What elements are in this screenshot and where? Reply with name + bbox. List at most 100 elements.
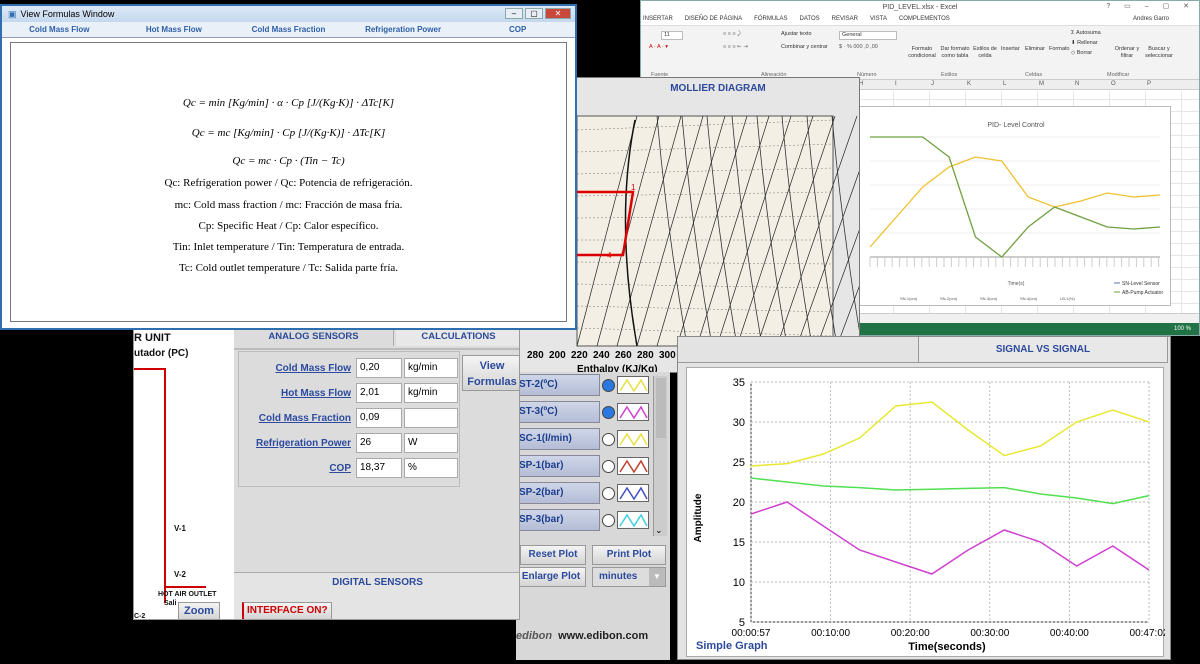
interface-on-button[interactable]: INTERFACE ON? <box>242 602 332 619</box>
col-header[interactable]: J <box>931 81 934 87</box>
font-size-box[interactable]: 11 <box>661 31 683 40</box>
print-plot-button[interactable]: Print Plot <box>592 545 666 565</box>
clear-button[interactable]: ◇ Borrar <box>1071 50 1092 57</box>
field-label[interactable]: Refrigeration Power <box>242 438 354 449</box>
channel-color-swatch[interactable] <box>617 376 649 394</box>
field-value[interactable]: 0,20 <box>356 358 402 378</box>
minimize-icon[interactable]: – <box>505 8 523 19</box>
menu-vista[interactable]: VISTA <box>870 16 887 22</box>
channel-button[interactable]: SC-1(l/min) <box>516 428 600 450</box>
menu-formulas[interactable]: FÓRMULAS <box>754 16 787 22</box>
col-header[interactable]: N <box>1075 81 1079 87</box>
table-format-button[interactable]: Dar formato como tabla <box>939 46 971 60</box>
field-unit <box>404 408 458 428</box>
tab-refrigeration-power[interactable]: Refrigeration Power <box>346 22 461 37</box>
user-name[interactable]: Andres Garro <box>1133 16 1169 22</box>
conditional-format-button[interactable]: Formato condicional <box>907 46 937 60</box>
channel-button[interactable]: SP-3(bar) <box>516 509 600 531</box>
field-label[interactable]: COP <box>242 463 354 474</box>
simple-graph-label[interactable]: Simple Graph <box>696 640 768 652</box>
channel-radio[interactable] <box>602 513 615 527</box>
group-estilos: Estilos <box>941 72 958 78</box>
tab-signal-vs-signal[interactable]: SIGNAL VS SIGNAL <box>918 337 1168 363</box>
cell-styles-button[interactable]: Estilos de celda <box>971 46 999 60</box>
valve-v1[interactable]: V-1 <box>174 524 186 533</box>
field-label[interactable]: Cold Mass Fraction <box>242 413 354 424</box>
signal-series-line <box>750 501 1150 575</box>
channel-color-swatch[interactable] <box>617 457 649 475</box>
channel-color-swatch[interactable] <box>617 403 649 421</box>
field-label[interactable]: Hot Mass Flow <box>242 388 354 399</box>
merge-button[interactable]: Combinar y centrar <box>781 44 828 51</box>
dropdown-arrow-icon[interactable]: ▼ <box>649 568 665 586</box>
field-label[interactable]: Cold Mass Flow <box>242 363 354 374</box>
channel-color-swatch[interactable] <box>617 511 649 529</box>
window-controls[interactable]: ? ▭ – ▢ ✕ <box>1106 2 1195 10</box>
chevron-down-icon[interactable]: ⌄ <box>655 525 663 536</box>
maximize-icon[interactable]: ▢ <box>525 8 543 19</box>
align-icons[interactable]: ≡ ≡ ≡ ⤸ <box>723 31 741 38</box>
channel-color-swatch[interactable] <box>617 484 649 502</box>
number-format-icons[interactable]: $ · % 000 ,0 ,00 <box>839 44 878 51</box>
valve-v2[interactable]: V-2 <box>174 570 186 579</box>
menu-datos[interactable]: DATOS <box>800 16 820 22</box>
autosum-button[interactable]: Σ Autosuma <box>1071 30 1101 37</box>
col-header[interactable]: O <box>1111 81 1116 87</box>
format-button[interactable]: Formato <box>1049 46 1069 53</box>
formula-definition: Tc: Cold outlet temperature / Tc: Salida… <box>178 262 399 274</box>
sort-filter-button[interactable]: Ordenar y filtrar <box>1113 46 1141 60</box>
time-units-select[interactable]: minutes ▼ <box>592 567 666 587</box>
tab-cop[interactable]: COP <box>460 22 575 37</box>
channel-radio[interactable] <box>602 459 615 473</box>
col-header[interactable]: K <box>967 81 971 87</box>
menu-revisar[interactable]: REVISAR <box>832 16 858 22</box>
tab-calculations[interactable]: CALCULATIONS <box>396 328 519 346</box>
find-select-button[interactable]: Buscar y seleccionar <box>1143 46 1175 60</box>
col-header[interactable]: M <box>1039 81 1044 87</box>
scroll-thumb[interactable] <box>656 378 666 438</box>
excel-chart[interactable]: PID- Level Control Time(s) SN-Level Sens… <box>859 106 1171 306</box>
insert-button[interactable]: Insertar <box>1001 46 1020 53</box>
field-value[interactable]: 26 <box>356 433 402 453</box>
channel-color-swatch[interactable] <box>617 430 649 448</box>
channel-button[interactable]: SP-2(bar) <box>516 482 600 504</box>
font-color-icon[interactable]: A · A · ▾ <box>649 44 668 51</box>
field-value[interactable]: 2,01 <box>356 383 402 403</box>
signal-chart[interactable]: Amplitude Time(seconds) 353025201510500:… <box>687 368 1169 658</box>
zoom-button[interactable]: Zoom <box>178 602 220 619</box>
align-icons-2[interactable]: ≡ ≡ ≡ ⇤ ⇥ <box>723 44 748 51</box>
zoom-level[interactable]: 100 % <box>1174 326 1191 332</box>
field-value[interactable]: 18,37 <box>356 458 402 478</box>
channel-button[interactable]: ST-3(ºC) <box>516 401 600 423</box>
reset-plot-button[interactable]: Reset Plot <box>520 545 586 565</box>
edibon-logo: edibon www.edibon.com <box>516 630 648 642</box>
x-tick: 00:40:00 <box>1050 628 1089 639</box>
channel-radio[interactable] <box>602 405 615 419</box>
channel-button[interactable]: ST-2(ºC) <box>516 374 600 396</box>
x-tick: 00:30:00 <box>970 628 1009 639</box>
menu-insertar[interactable]: INSERTAR <box>643 16 673 22</box>
wrap-text-button[interactable]: Ajustar texto <box>781 31 812 38</box>
enlarge-plot-button[interactable]: Enlarge Plot <box>516 567 586 587</box>
col-header[interactable]: P <box>1147 81 1151 87</box>
menu-diseno[interactable]: DISEÑO DE PÁGINA <box>685 16 742 22</box>
col-header[interactable]: L <box>1003 81 1006 87</box>
channel-radio[interactable] <box>602 432 615 446</box>
channel-radio[interactable] <box>602 486 615 500</box>
excel-chart-title: PID- Level Control <box>987 122 1045 129</box>
tab-cold-mass-flow[interactable]: Cold Mass Flow <box>2 22 117 37</box>
fill-button[interactable]: ⬇ Rellenar <box>1071 40 1098 47</box>
menu-complementos[interactable]: COMPLEMENTOS <box>899 16 950 22</box>
close-icon[interactable]: ✕ <box>545 8 571 19</box>
channel-button[interactable]: SP-1(bar) <box>516 455 600 477</box>
tab-hot-mass-flow[interactable]: Hot Mass Flow <box>117 22 232 37</box>
number-format-select[interactable]: General <box>839 31 897 40</box>
tab-analog-sensors[interactable]: ANALOG SENSORS <box>234 328 394 346</box>
col-header[interactable]: I <box>895 81 897 87</box>
channel-radio[interactable] <box>602 378 615 392</box>
channel-scrollbar[interactable]: ⌄ <box>653 376 667 536</box>
field-value[interactable]: 0,09 <box>356 408 402 428</box>
view-formulas-button[interactable]: View Formulas <box>462 355 519 391</box>
delete-button[interactable]: Eliminar <box>1025 46 1045 53</box>
tab-cold-mass-fraction[interactable]: Cold Mass Fraction <box>231 22 346 37</box>
